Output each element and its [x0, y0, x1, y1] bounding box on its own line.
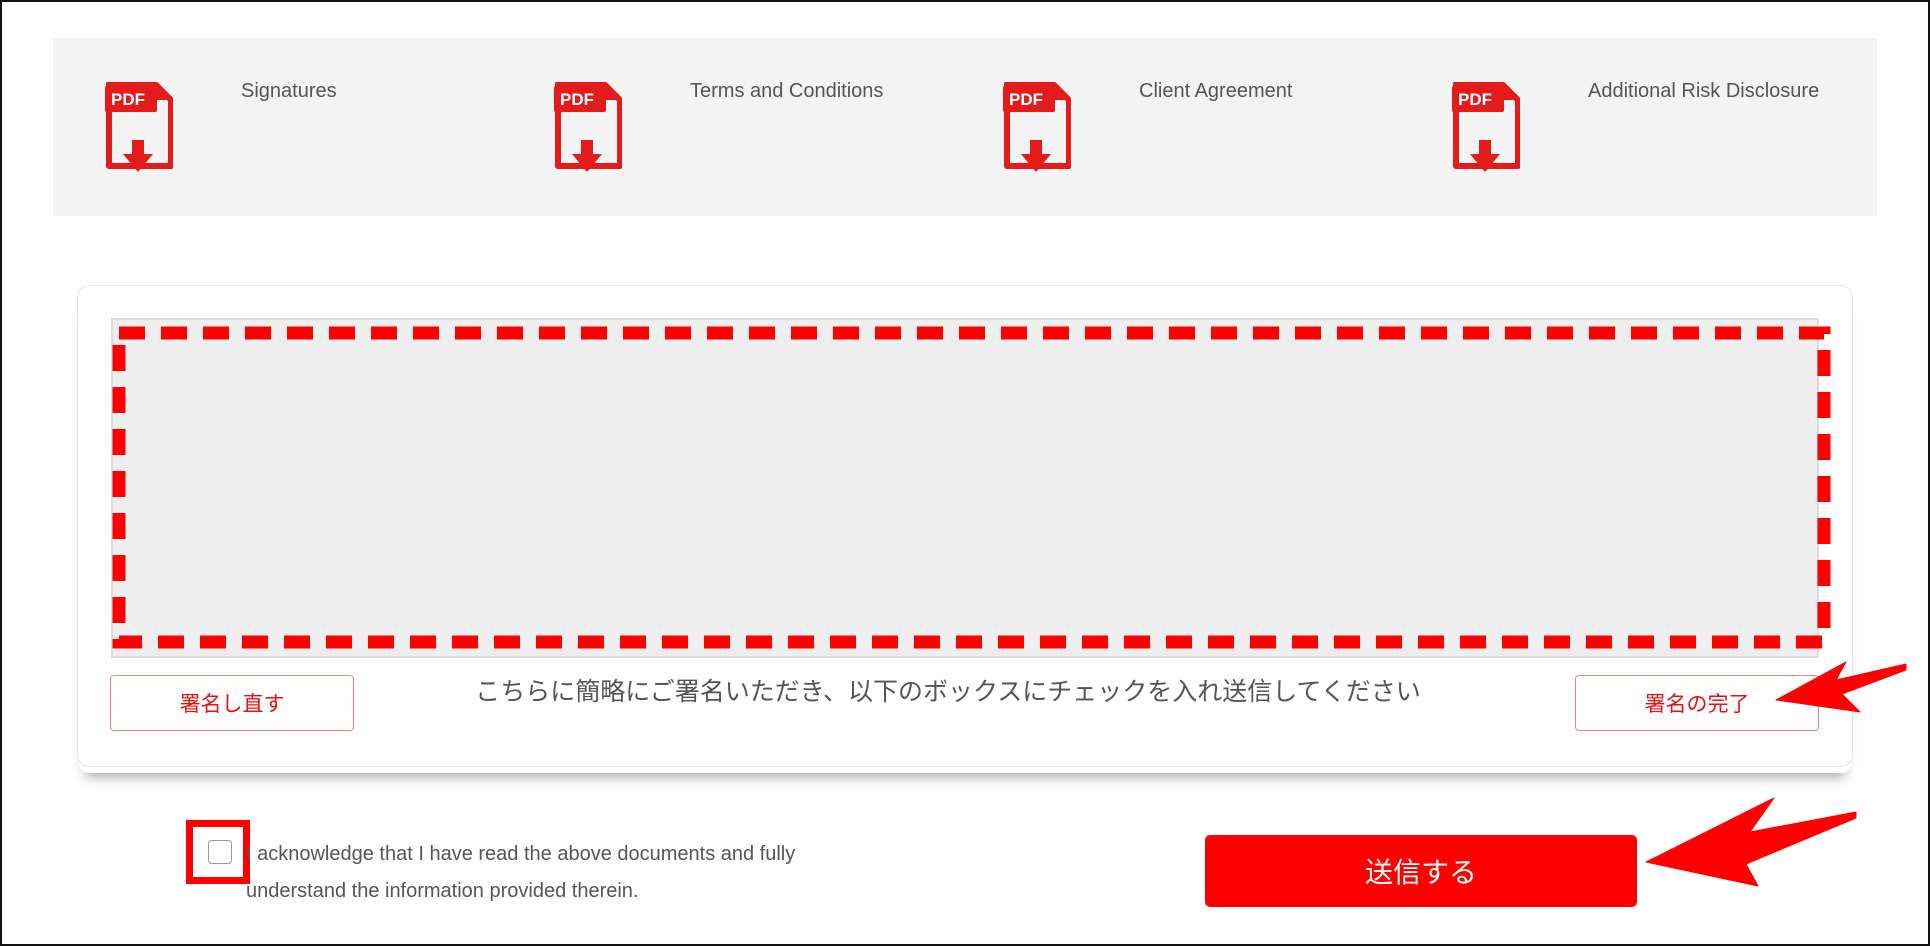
signature-pad[interactable]	[111, 318, 1819, 658]
pdf-download-icon: PDF	[1452, 82, 1520, 172]
pdf-download-icon: PDF	[554, 82, 622, 172]
document-title: Additional Risk Disclosure	[1588, 80, 1820, 102]
pdf-download-icon: PDF	[1003, 82, 1071, 172]
document-link-signatures[interactable]: PDF Signatures	[53, 38, 493, 216]
svg-text:PDF: PDF	[1009, 90, 1043, 109]
complete-signature-button[interactable]: 署名の完了	[1575, 675, 1819, 731]
document-link-client-agreement[interactable]: PDF Client Agreement	[951, 38, 1391, 216]
signature-instruction: こちらに簡略にご署名いただき、以下のボックスにチェックを入れ送信してください	[475, 677, 1421, 706]
documents-bar: PDF Signatures PDF Terms and Conditions …	[53, 38, 1877, 216]
acknowledge-checkbox[interactable]	[208, 840, 232, 864]
svg-text:PDF: PDF	[1458, 90, 1492, 109]
clear-signature-button[interactable]: 署名し直す	[110, 675, 354, 731]
svg-text:PDF: PDF	[560, 90, 594, 109]
acknowledge-label: I acknowledge that I have read the above…	[246, 843, 796, 902]
document-title: Terms and Conditions	[690, 80, 884, 102]
svg-text:PDF: PDF	[111, 90, 145, 109]
document-link-terms[interactable]: PDF Terms and Conditions	[502, 38, 942, 216]
submit-button[interactable]: 送信する	[1205, 835, 1637, 907]
document-title: Signatures	[241, 80, 337, 102]
document-link-risk-disclosure[interactable]: PDF Additional Risk Disclosure	[1400, 38, 1840, 216]
document-title: Client Agreement	[1139, 80, 1293, 102]
pdf-download-icon: PDF	[105, 82, 173, 172]
